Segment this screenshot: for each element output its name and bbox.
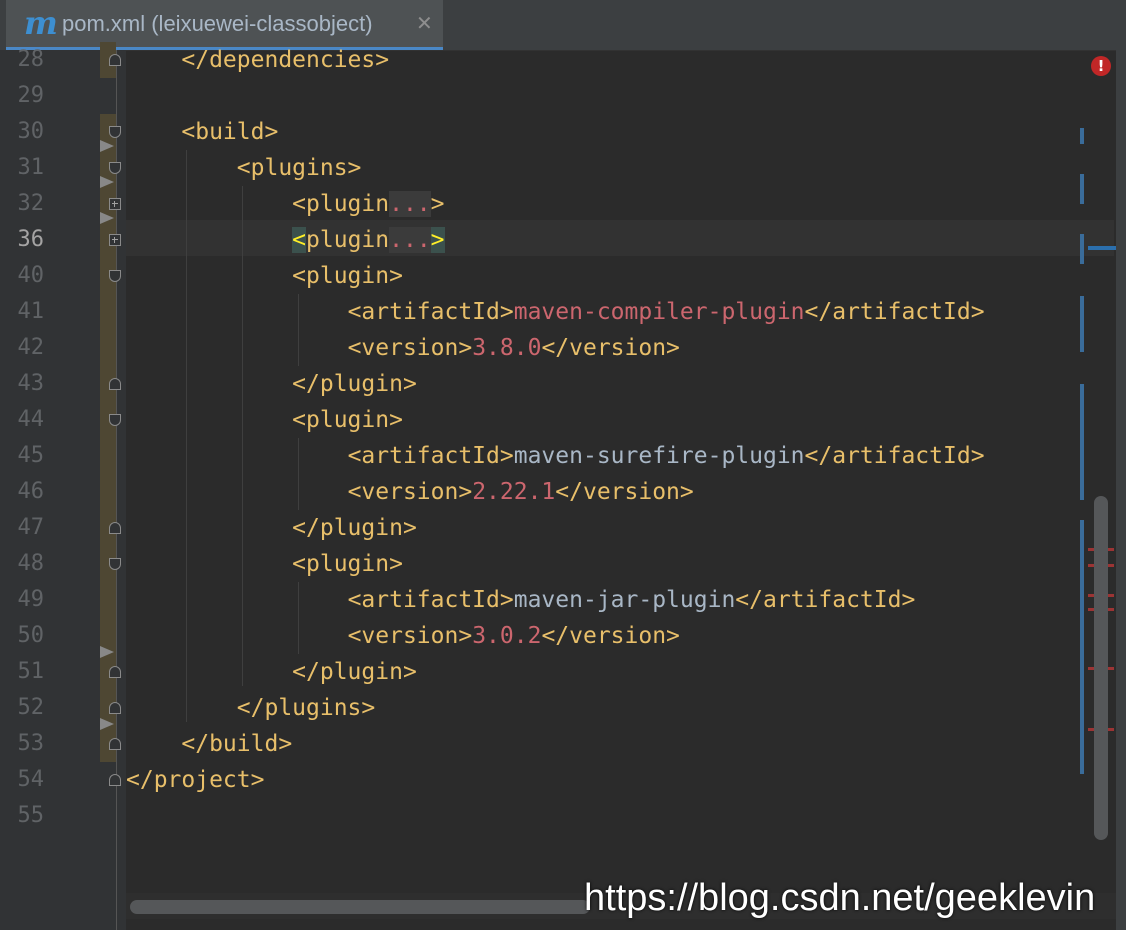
code-line-30: <build> <box>126 114 278 150</box>
xml-tag: <artifactId> <box>347 443 514 469</box>
xml-tag: <version> <box>347 479 473 505</box>
xml-value: maven-surefire-plugin <box>513 443 805 469</box>
code-line-47: </plugin> <box>126 510 417 546</box>
code-line-44: <plugin> <box>126 402 403 438</box>
error-icon[interactable]: ! <box>1091 56 1111 76</box>
xml-value: 3.0.2 <box>472 623 542 649</box>
change-mark[interactable] <box>1080 296 1084 352</box>
tab-title: pom.xml (leixuewei-classobject) <box>62 11 373 36</box>
xml-tag: </version> <box>541 335 680 361</box>
xml-tag: <artifactId> <box>347 299 514 325</box>
xml-tag: <plugin <box>292 191 390 217</box>
code-line-45: <artifactId>maven-surefire-plugin</artif… <box>126 438 985 474</box>
code-line-51: </plugin> <box>126 654 417 690</box>
close-icon[interactable]: ✕ <box>416 9 433 37</box>
xml-tag: </artifactId> <box>804 443 985 469</box>
xml-tag: </dependencies> <box>181 47 390 73</box>
watermark: https://blog.csdn.net/geeklevin <box>584 877 1096 919</box>
xml-tag: <plugin> <box>292 551 403 577</box>
xml-tag: </version> <box>541 623 680 649</box>
xml-tag: </build> <box>181 731 293 757</box>
xml-tag: </project> <box>126 767 265 793</box>
code-line-40: <plugin> <box>126 258 403 294</box>
code-line-52: </plugins> <box>126 690 375 726</box>
code-line-54: </project> <box>126 762 264 798</box>
xml-value: maven-jar-plugin <box>513 587 736 613</box>
xml-tag: <plugin> <box>292 263 403 289</box>
xml-tag: </plugin> <box>292 515 417 541</box>
code-line-42: <version>3.8.0</version> <box>126 330 680 366</box>
code-line-43: </plugin> <box>126 366 417 402</box>
matched-bracket: > <box>430 227 445 253</box>
code-line-46: <version>2.22.1</version> <box>126 474 694 510</box>
change-mark[interactable] <box>1080 128 1084 144</box>
vertical-scrollbar-thumb[interactable] <box>1094 496 1108 840</box>
code-line-28: </dependencies> <box>126 42 389 78</box>
change-mark[interactable] <box>1080 520 1084 774</box>
xml-tag: </artifactId> <box>735 587 916 613</box>
code-line-50: <version>3.0.2</version> <box>126 618 680 654</box>
xml-tag: <artifactId> <box>347 587 514 613</box>
change-mark[interactable] <box>1080 174 1084 204</box>
code-area[interactable]: </dependencies> <build> <plugins> <plugi… <box>0 47 1082 930</box>
xml-tag: </plugin> <box>292 659 417 685</box>
code-editor[interactable]: 28 29 30 31 32 36 40 41 42 43 44 45 46 4… <box>0 42 1126 930</box>
code-line-41: <artifactId>maven-compiler-plugin</artif… <box>126 294 985 330</box>
code-line-31: <plugins> <box>126 150 362 186</box>
code-line-32: <plugin...> <box>126 186 445 222</box>
xml-value: maven-compiler-plugin <box>513 299 805 325</box>
xml-value: 3.8.0 <box>472 335 542 361</box>
xml-tag: </plugin> <box>292 371 417 397</box>
horizontal-scrollbar-thumb[interactable] <box>130 900 590 914</box>
xml-tag: </version> <box>555 479 694 505</box>
xml-tag: </plugins> <box>236 695 376 721</box>
maven-file-icon: m <box>24 4 58 42</box>
code-line-36: <plugin...> <box>126 222 445 258</box>
xml-tag: </artifactId> <box>804 299 985 325</box>
caret-position-mark <box>1088 246 1116 250</box>
xml-tag: > <box>430 191 445 217</box>
xml-value: 2.22.1 <box>472 479 556 505</box>
change-mark[interactable] <box>1080 234 1084 264</box>
code-line-48: <plugin> <box>126 546 403 582</box>
code-line-53: </build> <box>126 726 292 762</box>
xml-tag: <version> <box>347 335 473 361</box>
folded-region[interactable]: ... <box>389 191 431 217</box>
xml-tag: <build> <box>181 119 279 145</box>
xml-tag: plugin <box>306 227 390 253</box>
folded-region[interactable]: ... <box>389 227 431 253</box>
code-line-49: <artifactId>maven-jar-plugin</artifactId… <box>126 582 916 618</box>
matched-bracket: < <box>292 227 307 253</box>
xml-tag: <plugin> <box>292 407 403 433</box>
change-mark[interactable] <box>1080 384 1084 500</box>
xml-tag: <plugins> <box>236 155 362 181</box>
xml-tag: <version> <box>347 623 473 649</box>
